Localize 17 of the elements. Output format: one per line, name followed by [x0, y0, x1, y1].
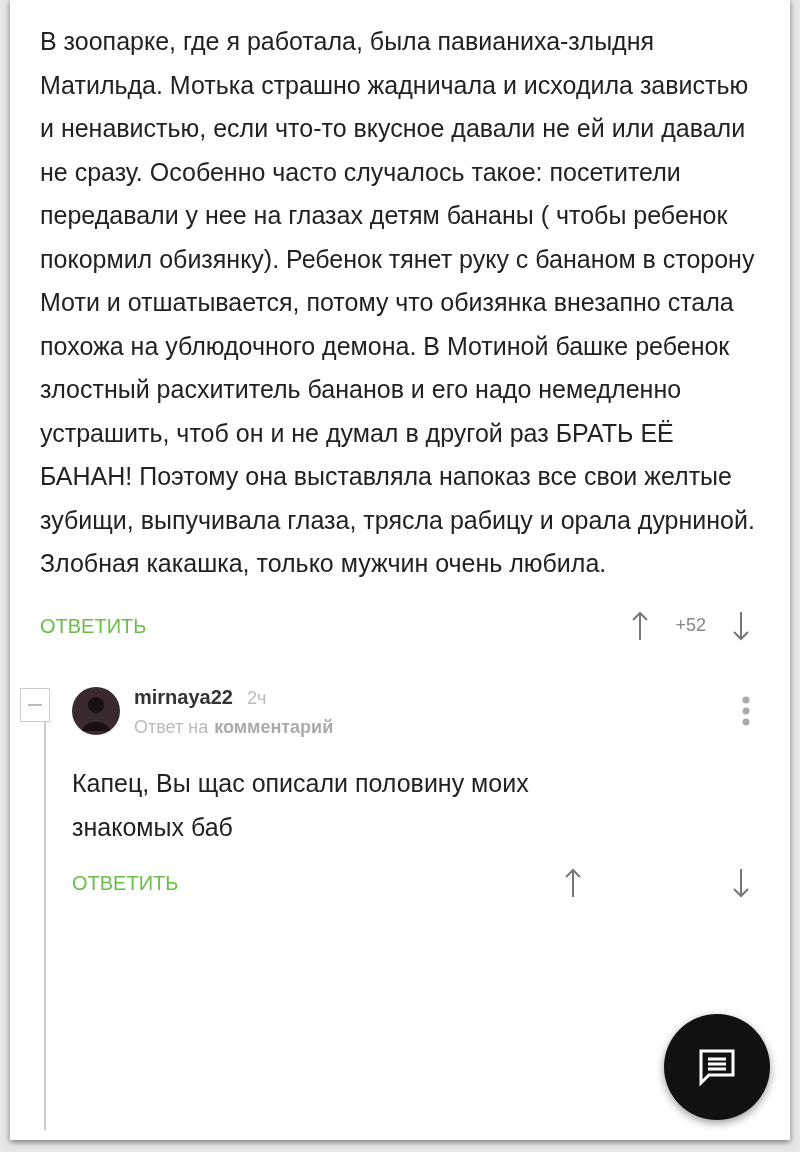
- comment-text: В зоопарке, где я работала, была павианиха-злыдня Матильда. Мотька страшно жадничала и исходила завистью и ненавистью, если что-то вкусное давали не ей или давали не сразу. Особенно часто случалось такое: посетители передавали у нее на глазах детям бананы ( чтобы ребенок покормил обизянку). Ребенок тянет руку с бананом в сторону Моти и отшатывается, потому что обизянка внезапно стала похожа на ублюдочного демона. В Мотиной башке ребенок злостный расхититель бананов и его надо немедленно устрашить, чтоб он и не думал в другой раз БРАТЬ ЕЁ БАНАН! Поэтому она выставляла напоказ все свои желтые зубищи, выпучивала глаза, трясла рабицу и орала дурниной. Злобная какашка, только мужчин очень любила.: [40, 26, 756, 579]
- comment-fab[interactable]: [664, 1014, 770, 1120]
- upvote-icon[interactable]: [631, 610, 650, 641]
- reply-link[interactable]: ОТВЕТИТЬ: [72, 867, 179, 898]
- message-icon: [697, 1047, 737, 1087]
- rating: +52: [675, 614, 706, 637]
- username[interactable]: mirnaya22: [134, 681, 233, 712]
- reply-to-label: Ответ на: [134, 715, 209, 739]
- timestamp: 2ч: [246, 686, 267, 710]
- downvote-icon[interactable]: [732, 610, 750, 641]
- more-options-icon[interactable]: [742, 696, 750, 726]
- downvote-icon[interactable]: [732, 867, 750, 898]
- upvote-icon[interactable]: [564, 867, 582, 898]
- reply-link[interactable]: ОТВЕТИТЬ: [40, 610, 147, 641]
- reply-to-link[interactable]: комментарий: [214, 713, 334, 741]
- avatar-icon: [72, 687, 120, 735]
- reply-text: Капец, Вы щас описали половину моих знакомых баб: [72, 767, 530, 843]
